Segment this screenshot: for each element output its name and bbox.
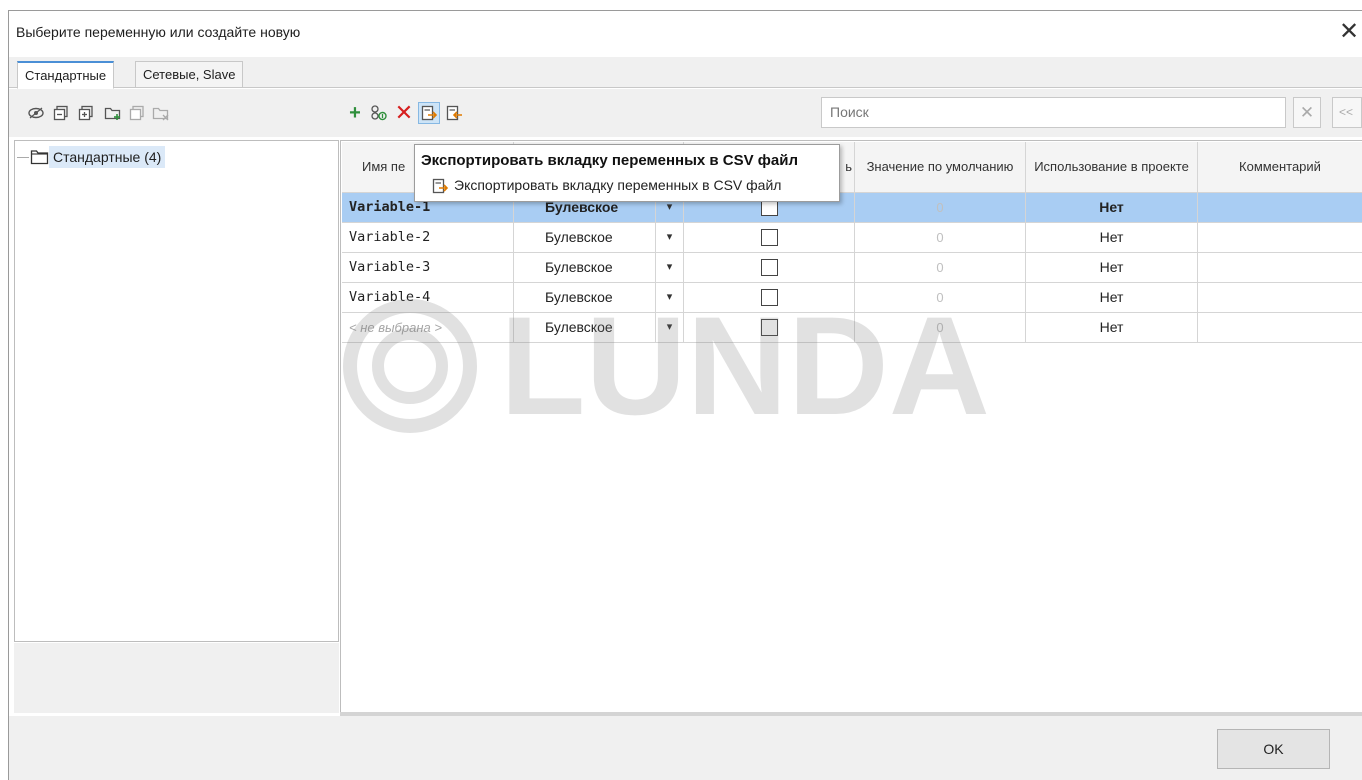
cell-type[interactable]: Булевское (514, 223, 656, 253)
cell-name[interactable]: Variable-2 (342, 223, 514, 253)
column-header-default[interactable]: Значение по умолчанию (855, 142, 1026, 193)
import-csv-icon[interactable] (444, 103, 464, 123)
type-dropdown-icon[interactable]: ▾ (656, 253, 684, 283)
copy-group-icon[interactable] (51, 103, 71, 123)
cell-comment[interactable] (1198, 223, 1362, 253)
export-csv-icon[interactable] (418, 102, 440, 124)
cell-type[interactable]: Булевское (514, 283, 656, 313)
checkbox[interactable] (760, 289, 778, 306)
cell-usage: Нет (1026, 283, 1198, 313)
tree-item-standard[interactable]: Стандартные (4) (49, 146, 166, 168)
cell-usage: Нет (1026, 313, 1198, 343)
delete-folder-icon[interactable] (151, 103, 171, 123)
tab-standard[interactable]: Стандартные (17, 61, 115, 89)
ok-button[interactable]: OK (1217, 729, 1330, 769)
copy-icon[interactable] (127, 103, 147, 123)
cell-checkbox[interactable] (684, 313, 855, 343)
tree-connector (17, 157, 29, 158)
cell-type[interactable]: Булевское (514, 313, 656, 343)
add-variable-icon[interactable] (369, 103, 389, 123)
type-dropdown-icon[interactable]: ▾ (656, 223, 684, 253)
eye-icon[interactable] (26, 103, 46, 123)
checkbox[interactable] (760, 319, 778, 336)
cell-default-value[interactable]: 0 (855, 253, 1026, 283)
cell-usage: Нет (1026, 253, 1198, 283)
cell-default-value[interactable]: 0 (855, 283, 1026, 313)
add-icon[interactable]: + (345, 102, 365, 124)
cell-comment[interactable] (1198, 313, 1362, 343)
cell-default-value[interactable]: 0 (855, 223, 1026, 253)
type-dropdown-icon[interactable]: ▾ (656, 313, 684, 343)
type-dropdown-icon[interactable]: ▾ (656, 283, 684, 313)
cell-checkbox[interactable] (684, 283, 855, 313)
cell-comment[interactable] (1198, 193, 1362, 223)
checkbox[interactable] (760, 229, 778, 246)
add-folder-icon[interactable] (103, 103, 123, 123)
cell-type[interactable]: Булевское (514, 253, 656, 283)
search-previous-button[interactable]: << (1332, 97, 1362, 128)
cell-default-value[interactable]: 0 (855, 313, 1026, 343)
cell-comment[interactable] (1198, 253, 1362, 283)
cell-name[interactable]: Variable-4 (342, 283, 514, 313)
cell-usage: Нет (1026, 223, 1198, 253)
tooltip-title: Экспортировать вкладку переменных в CSV … (421, 152, 799, 169)
cell-default-value[interactable]: 0 (855, 193, 1026, 223)
tree-panel (14, 140, 339, 642)
search-clear-button[interactable]: ✕ (1293, 97, 1321, 128)
close-button[interactable]: ✕ (1336, 17, 1362, 47)
folder-icon (30, 149, 49, 165)
cell-name[interactable]: Variable-3 (342, 253, 514, 283)
tooltip-description: Экспортировать вкладку переменных в CSV … (454, 177, 782, 193)
tree-panel-footer (14, 643, 339, 713)
export-csv-icon (432, 178, 449, 195)
search-input[interactable]: Поиск (821, 97, 1286, 128)
cell-comment[interactable] (1198, 283, 1362, 313)
dialog-title: Выберите переменную или создайте новую (16, 24, 301, 40)
cell-checkbox[interactable] (684, 223, 855, 253)
dialog-footer (9, 716, 1362, 780)
paste-group-icon[interactable] (76, 103, 96, 123)
column-header-comment[interactable]: Комментарий (1198, 142, 1362, 193)
cell-usage: Нет (1026, 193, 1198, 223)
tab-network-slave[interactable]: Сетевые, Slave (135, 61, 244, 88)
delete-icon[interactable]: ✕ (394, 100, 414, 125)
cell-name[interactable]: < не выбрана > (342, 313, 514, 343)
column-header-usage[interactable]: Использование в проекте (1026, 142, 1198, 193)
checkbox[interactable] (760, 259, 778, 276)
cell-checkbox[interactable] (684, 253, 855, 283)
screen-edge (0, 0, 1362, 10)
